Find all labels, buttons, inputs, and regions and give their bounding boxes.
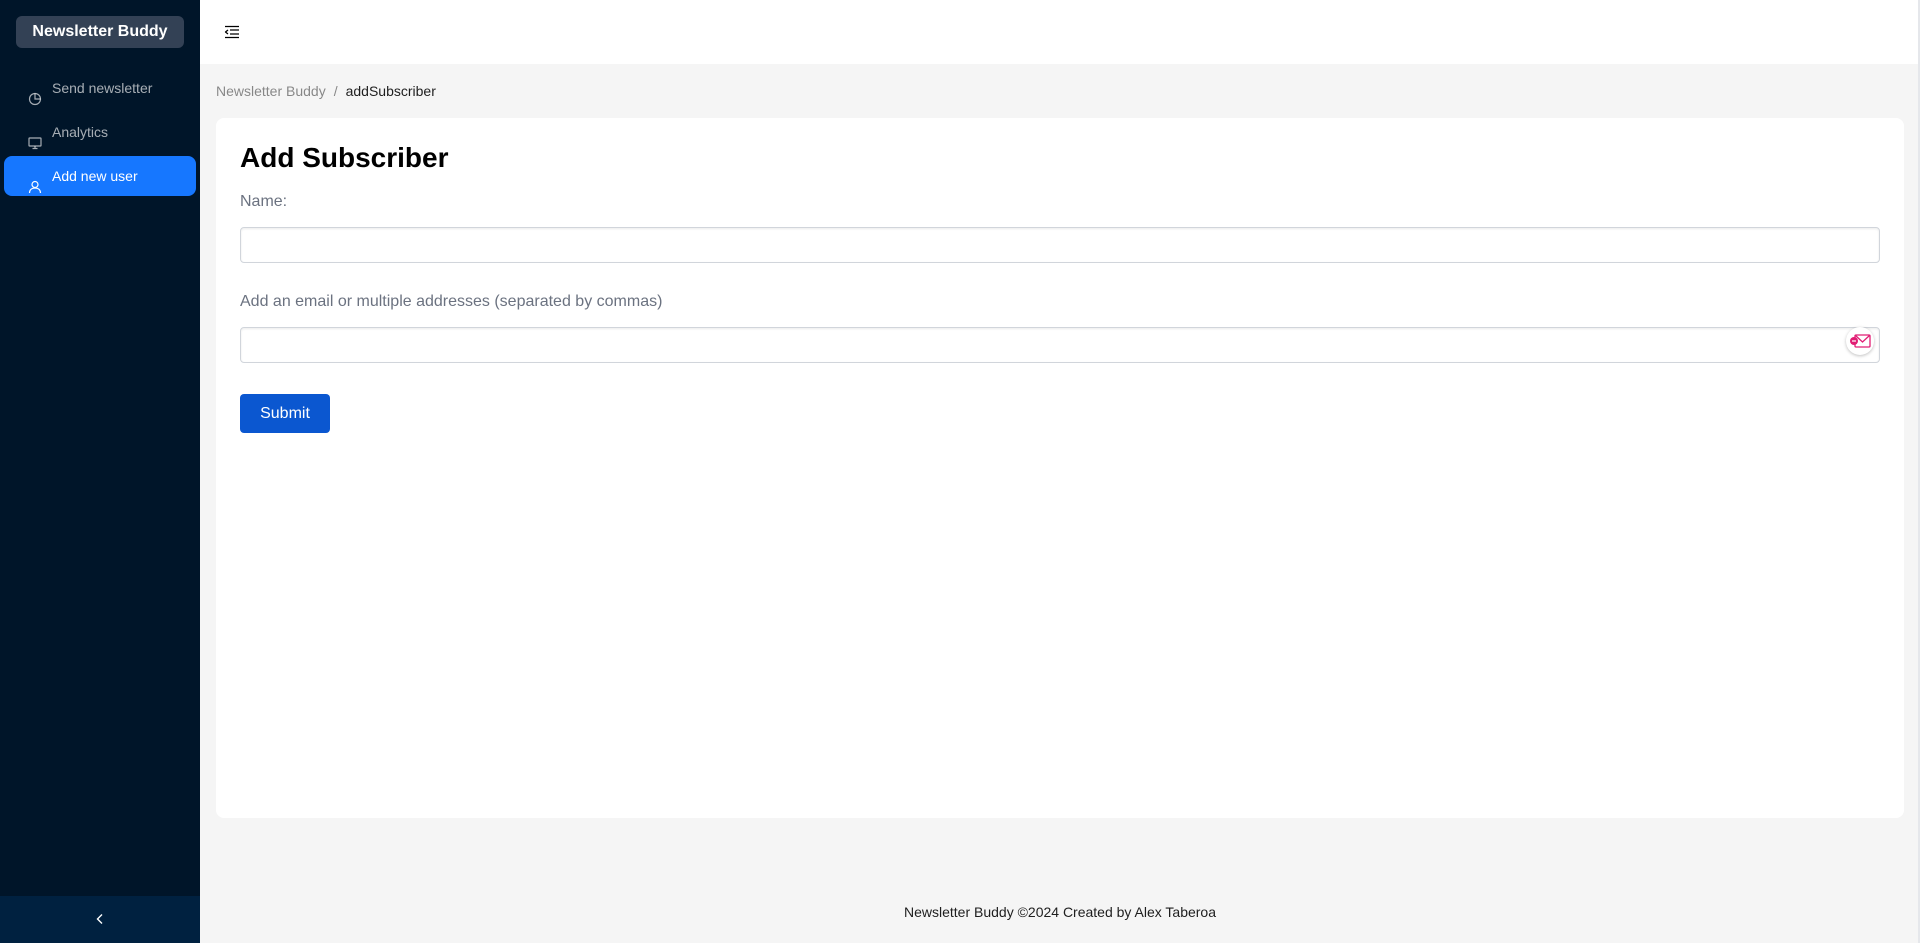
- email-input[interactable]: [240, 327, 1880, 363]
- chevron-left-icon: [96, 914, 103, 924]
- menu-fold-icon: [224, 25, 239, 39]
- brand-logo: Newsletter Buddy: [16, 16, 184, 48]
- sidebar-item-add-new-user[interactable]: Add new user: [4, 156, 196, 196]
- app-root: Newsletter Buddy Send newsletter Analyti…: [0, 0, 1920, 943]
- page-title: Add Subscriber: [240, 142, 449, 173]
- breadcrumb-current: addSubscriber: [345, 83, 436, 99]
- email-label: Add an email or multiple addresses (sepa…: [240, 293, 663, 310]
- sidebar-item-label: Analytics: [52, 124, 109, 140]
- sidebar-item-analytics[interactable]: Analytics: [4, 112, 196, 152]
- menu-toggle-button[interactable]: [216, 16, 248, 48]
- name-input[interactable]: [240, 227, 1880, 263]
- breadcrumb: Newsletter Buddy / addSubscriber: [216, 82, 436, 100]
- sidebar: Newsletter Buddy Send newsletter Analyti…: [0, 0, 200, 943]
- email-extension-button[interactable]: [1846, 327, 1874, 355]
- footer: Newsletter Buddy ©2024 Created by Alex T…: [903, 904, 1217, 920]
- top-header: [200, 0, 1920, 64]
- desktop-icon: [28, 125, 42, 150]
- name-label: Name:: [240, 193, 288, 210]
- sidebar-item-label: Send newsletter: [52, 80, 153, 96]
- sidebar-collapse-button[interactable]: [0, 896, 200, 943]
- email-extension-icon: [1850, 334, 1871, 348]
- breadcrumb-root-link[interactable]: Newsletter Buddy: [216, 82, 326, 100]
- pie-chart-icon: [28, 81, 42, 106]
- sidebar-menu: Send newsletter Analytics Add new user: [0, 68, 200, 200]
- content-card: Add Subscriber Name: Add an email or mul…: [216, 118, 1904, 818]
- submit-button[interactable]: Submit: [240, 394, 330, 433]
- user-icon: [28, 169, 42, 194]
- breadcrumb-separator: /: [333, 83, 338, 99]
- sidebar-item-send-newsletter[interactable]: Send newsletter: [4, 68, 196, 108]
- sidebar-item-label: Add new user: [52, 168, 138, 184]
